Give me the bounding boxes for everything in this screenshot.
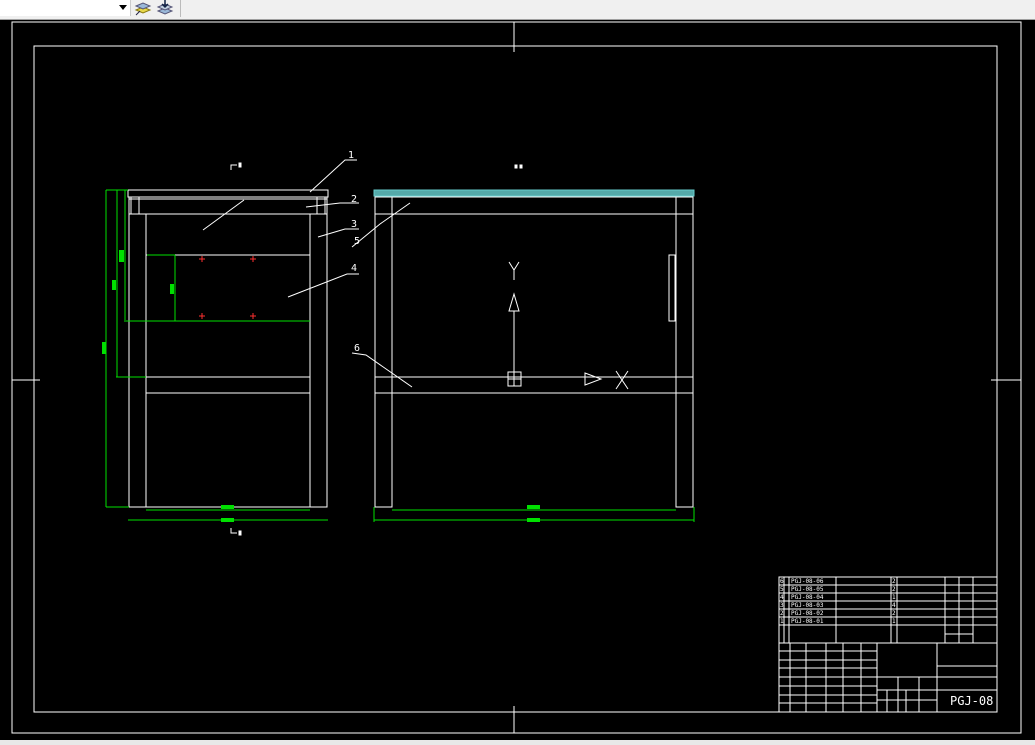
part-no-2: 2: [780, 610, 784, 617]
part-no-5: 5: [780, 586, 784, 593]
balloon-4: 4: [351, 263, 357, 274]
part-code-5: PGJ-08-05: [791, 586, 824, 593]
layer-states-icon[interactable]: [134, 0, 152, 16]
toolbar-separator: [180, 0, 181, 17]
drawing-canvas[interactable]: 1 2 3 4 5 6 PGJ-08-06 PGJ-08-05 PGJ-08-0…: [0, 20, 1035, 740]
balloon-3: 3: [351, 219, 357, 230]
part-qty-4: 1: [892, 594, 896, 601]
balloon-2: 2: [351, 194, 357, 205]
layer-previous-icon[interactable]: [156, 0, 174, 16]
balloon-5: 5: [354, 236, 360, 247]
part-qty-2: 2: [892, 610, 896, 617]
drawing-number: PGJ-08: [950, 694, 993, 708]
part-code-6: PGJ-08-06: [791, 578, 824, 585]
part-qty-5: 2: [892, 586, 896, 593]
part-code-3: PGJ-08-03: [791, 602, 824, 609]
part-code-4: PGJ-08-04: [791, 594, 824, 601]
layer-dropdown[interactable]: [0, 0, 131, 16]
part-qty-1: 1: [892, 618, 896, 625]
part-code-1: PGJ-08-01: [791, 618, 824, 625]
part-code-2: PGJ-08-02: [791, 610, 824, 617]
part-qty-6: 2: [892, 578, 896, 585]
chevron-down-icon[interactable]: [119, 5, 127, 10]
toolbar: [0, 0, 1035, 20]
part-no-1: 1: [780, 618, 784, 625]
part-no-6: 6: [780, 578, 784, 585]
balloon-6: 6: [354, 343, 360, 354]
part-no-4: 4: [780, 594, 784, 601]
part-qty-3: 4: [892, 602, 896, 609]
balloon-1: 1: [348, 150, 354, 161]
status-bar: [0, 740, 1035, 745]
part-no-3: 3: [780, 602, 784, 609]
